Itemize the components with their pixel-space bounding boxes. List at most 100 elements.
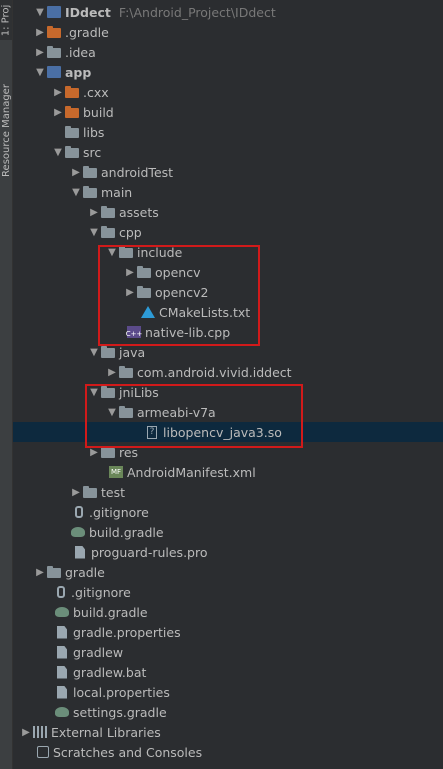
- tree-row-label: libopencv_java3.so: [163, 424, 282, 440]
- tree-row-include[interactable]: ▼ include: [13, 242, 443, 262]
- tree-row-label: AndroidManifest.xml: [127, 464, 256, 480]
- tree-row-local-properties[interactable]: local.properties: [13, 682, 443, 702]
- tree-row-jnilibs[interactable]: ▼ jniLibs: [13, 382, 443, 402]
- tree-row-label: build: [83, 104, 114, 120]
- tree-row-label: gradle: [65, 564, 105, 580]
- chevron-down-icon[interactable]: ▼: [33, 62, 47, 82]
- chevron-right-icon[interactable]: ▶: [69, 482, 83, 502]
- chevron-right-icon[interactable]: ▶: [19, 722, 33, 742]
- chevron-right-icon[interactable]: ▶: [123, 282, 137, 302]
- unknown-file-icon: ?: [147, 425, 157, 439]
- project-tool-tab[interactable]: 1: Proj: [0, 0, 12, 40]
- folder-icon: [119, 245, 133, 258]
- tree-row-assets[interactable]: ▶ assets: [13, 202, 443, 222]
- tree-row-label: CMakeLists.txt: [159, 304, 251, 320]
- tree-row-label: armeabi-v7a: [137, 404, 216, 420]
- chevron-down-icon[interactable]: ▼: [87, 342, 101, 362]
- tree-row-external-libraries[interactable]: ▶ External Libraries: [13, 722, 443, 742]
- tree-row-scratches[interactable]: Scratches and Consoles: [13, 742, 443, 762]
- chevron-right-icon[interactable]: ▶: [51, 102, 65, 122]
- tree-row-root-gitignore[interactable]: .gitignore: [13, 582, 443, 602]
- tree-row-label: main: [101, 184, 133, 200]
- tree-row-label: cpp: [119, 224, 142, 240]
- tree-row-label: .gitignore: [89, 504, 149, 520]
- folder-icon: [47, 25, 61, 38]
- tree-row-test[interactable]: ▶ test: [13, 482, 443, 502]
- tree-row-label: .gitignore: [71, 584, 131, 600]
- project-tree: ▼ IDdect F:\Android_Project\IDdect ▶ .gr…: [13, 0, 443, 769]
- folder-icon: [137, 285, 151, 298]
- tree-row-res[interactable]: ▶ res: [13, 442, 443, 462]
- module-icon: [47, 6, 61, 18]
- tree-row-gradlew[interactable]: gradlew: [13, 642, 443, 662]
- resource-manager-tab[interactable]: Resource Manager: [0, 70, 12, 190]
- tree-row-java[interactable]: ▼ java: [13, 342, 443, 362]
- tree-row-src[interactable]: ▼ src: [13, 142, 443, 162]
- tree-row-proguard[interactable]: proguard-rules.pro: [13, 542, 443, 562]
- folder-icon: [83, 165, 97, 178]
- chevron-right-icon[interactable]: ▶: [33, 562, 47, 582]
- chevron-down-icon[interactable]: ▼: [87, 382, 101, 402]
- tree-row-label: proguard-rules.pro: [91, 544, 208, 560]
- tree-row-native-lib[interactable]: C++ native-lib.cpp: [13, 322, 443, 342]
- chevron-down-icon[interactable]: ▼: [87, 222, 101, 242]
- tree-row-label: local.properties: [73, 684, 170, 700]
- chevron-down-icon[interactable]: ▼: [33, 2, 47, 22]
- tree-row-manifest[interactable]: MF AndroidManifest.xml: [13, 462, 443, 482]
- tree-row-root-build-gradle[interactable]: build.gradle: [13, 602, 443, 622]
- library-icon: [33, 726, 47, 738]
- tree-row-armeabi[interactable]: ▼ armeabi-v7a: [13, 402, 443, 422]
- folder-icon: [137, 265, 151, 278]
- tree-row-main[interactable]: ▼ main: [13, 182, 443, 202]
- chevron-right-icon[interactable]: ▶: [33, 42, 47, 62]
- tree-row-label: opencv: [155, 264, 201, 280]
- tree-row-libs[interactable]: libs: [13, 122, 443, 142]
- folder-icon: [65, 105, 79, 118]
- tree-row-root[interactable]: ▼ IDdect F:\Android_Project\IDdect: [13, 2, 443, 22]
- chevron-right-icon[interactable]: ▶: [123, 262, 137, 282]
- tree-row-gradle-dir[interactable]: ▶ .gradle: [13, 22, 443, 42]
- resource-manager-tab-label: Resource Manager: [0, 83, 12, 177]
- chevron-right-icon[interactable]: ▶: [87, 442, 101, 462]
- chevron-down-icon[interactable]: ▼: [105, 402, 119, 422]
- chevron-right-icon[interactable]: ▶: [105, 362, 119, 382]
- tree-row-package[interactable]: ▶ com.android.vivid.iddect: [13, 362, 443, 382]
- tree-row-label: gradle.properties: [73, 624, 181, 640]
- tree-row-cmakelists[interactable]: CMakeLists.txt: [13, 302, 443, 322]
- folder-icon: [101, 385, 115, 398]
- folder-icon: [65, 145, 79, 158]
- text-file-icon: [57, 665, 67, 679]
- tree-row-settings-gradle[interactable]: settings.gradle: [13, 702, 443, 722]
- tree-row-androidtest[interactable]: ▶ androidTest: [13, 162, 443, 182]
- scratches-icon: [37, 746, 49, 758]
- tree-row-label: com.android.vivid.iddect: [137, 364, 292, 380]
- folder-icon: [47, 45, 61, 58]
- tree-row-label: .cxx: [83, 84, 109, 100]
- tree-row-cxx[interactable]: ▶ .cxx: [13, 82, 443, 102]
- tree-row-opencv2[interactable]: ▶ opencv2: [13, 282, 443, 302]
- tree-row-cpp[interactable]: ▼ cpp: [13, 222, 443, 242]
- gradle-icon: [55, 707, 69, 717]
- tree-row-gradle-properties[interactable]: gradle.properties: [13, 622, 443, 642]
- chevron-right-icon[interactable]: ▶: [33, 22, 47, 42]
- tree-row-app-build-gradle[interactable]: build.gradle: [13, 522, 443, 542]
- chevron-down-icon[interactable]: ▼: [105, 242, 119, 262]
- tree-row-libopencv[interactable]: ? libopencv_java3.so: [13, 422, 443, 442]
- tree-row-gradlew-bat[interactable]: gradlew.bat: [13, 662, 443, 682]
- chevron-right-icon[interactable]: ▶: [69, 162, 83, 182]
- tree-row-gradle-folder[interactable]: ▶ gradle: [13, 562, 443, 582]
- tree-row-label: java: [119, 344, 146, 360]
- tree-row-app[interactable]: ▼ app: [13, 62, 443, 82]
- tree-row-app-gitignore[interactable]: .gitignore: [13, 502, 443, 522]
- tree-row-build[interactable]: ▶ build: [13, 102, 443, 122]
- tree-row-idea[interactable]: ▶ .idea: [13, 42, 443, 62]
- project-tool-tab-label: 1: Proj: [0, 4, 12, 36]
- folder-icon: [101, 205, 115, 218]
- text-file-icon: [57, 645, 67, 659]
- chevron-down-icon[interactable]: ▼: [69, 182, 83, 202]
- chevron-right-icon[interactable]: ▶: [87, 202, 101, 222]
- tree-row-label: External Libraries: [51, 724, 161, 740]
- chevron-right-icon[interactable]: ▶: [51, 82, 65, 102]
- chevron-down-icon[interactable]: ▼: [51, 142, 65, 162]
- tree-row-opencv[interactable]: ▶ opencv: [13, 262, 443, 282]
